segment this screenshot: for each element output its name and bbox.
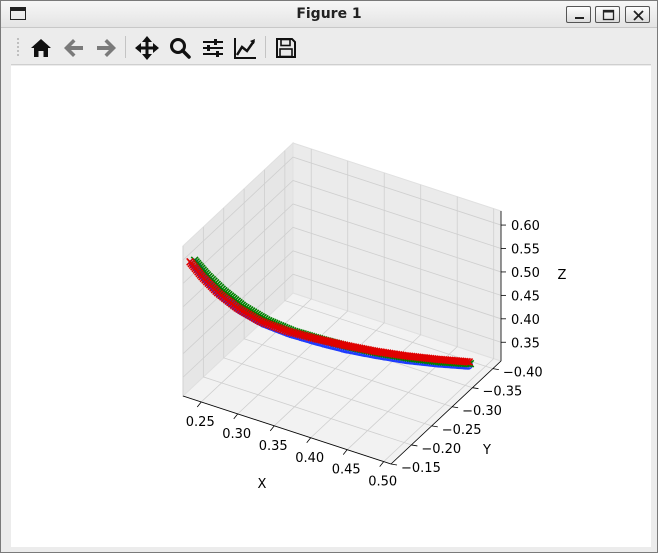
edit-axes-button[interactable] (231, 34, 259, 62)
configure-subplots-button[interactable] (199, 34, 227, 62)
y-axis-label: Y (482, 443, 491, 458)
back-button[interactable] (60, 34, 88, 62)
z-tick-label: 0.55 (511, 243, 540, 258)
z-tick-label: 0.45 (511, 289, 540, 304)
forward-button[interactable] (92, 34, 120, 62)
title-bar[interactable]: Figure 1 (1, 1, 657, 28)
pan-button[interactable] (133, 34, 161, 62)
arrow-left-icon (64, 39, 83, 57)
x-tick-label: 0.35 (259, 439, 288, 454)
z-tick-label: 0.50 (511, 266, 540, 281)
navigation-toolbar (11, 31, 651, 65)
z-axis-label: Z (558, 268, 567, 283)
figure-canvas[interactable]: 0.25 0.30 0.35 0.40 0.45 0.50 −0.15 −0.20 −0.25 −… (11, 66, 651, 547)
y-tick-label: −0.30 (462, 404, 502, 419)
x-tick (269, 425, 275, 432)
window-title: Figure 1 (296, 6, 362, 22)
save-button[interactable] (272, 34, 300, 62)
z-tick-label: 0.40 (511, 313, 540, 328)
x-tick-label: 0.50 (368, 475, 397, 490)
y-tick-label: −0.35 (482, 385, 522, 400)
sliders-icon (203, 39, 223, 57)
toolbar-separator (265, 36, 266, 58)
magnifier-icon (170, 38, 191, 59)
x-tick (233, 413, 239, 420)
figure-window: Figure 1 0.25 0.30 0.35 0.40 0.45 0.50 −… (0, 0, 658, 553)
arrow-right-icon (97, 39, 116, 57)
move-icon (135, 36, 159, 60)
x-tick-label: 0.30 (222, 427, 251, 442)
y-tick (411, 444, 418, 447)
maximize-icon (602, 9, 615, 21)
home-button[interactable] (27, 34, 55, 62)
x-tick-label: 0.25 (186, 415, 215, 430)
x-tick-label: 0.45 (332, 463, 361, 478)
y-tick (390, 463, 398, 466)
floppy-icon (276, 38, 296, 58)
x-tick (342, 449, 348, 455)
y-tick (431, 425, 438, 428)
maximize-button[interactable] (595, 6, 620, 23)
y-tick-label: −0.25 (442, 423, 482, 438)
close-button[interactable] (625, 6, 650, 23)
z-tick-label: 0.35 (511, 336, 540, 351)
y-tick-label: −0.20 (421, 442, 461, 457)
y-tick (452, 406, 459, 409)
3d-plot[interactable]: 0.25 0.30 0.35 0.40 0.45 0.50 −0.15 −0.20 −0.25 −… (11, 66, 651, 547)
y-tick (492, 368, 499, 371)
home-icon (31, 39, 51, 57)
minimize-button[interactable] (566, 6, 591, 23)
y-tick-label: −0.15 (401, 461, 441, 476)
y-tick-label: −0.40 (503, 366, 543, 381)
x-tick (196, 401, 202, 408)
toolbar-separator (125, 36, 126, 58)
x-axis-label: X (258, 477, 267, 492)
toolbar-grip[interactable] (16, 37, 20, 57)
x-tick (306, 437, 312, 444)
z-tick-label: 0.60 (511, 219, 540, 234)
x-tick-label: 0.40 (295, 451, 324, 466)
line-chart-icon (234, 38, 256, 59)
zoom-button[interactable] (166, 34, 194, 62)
minimize-icon (575, 17, 584, 19)
x-tick (379, 461, 385, 467)
y-tick (472, 387, 479, 390)
close-icon (633, 10, 644, 21)
